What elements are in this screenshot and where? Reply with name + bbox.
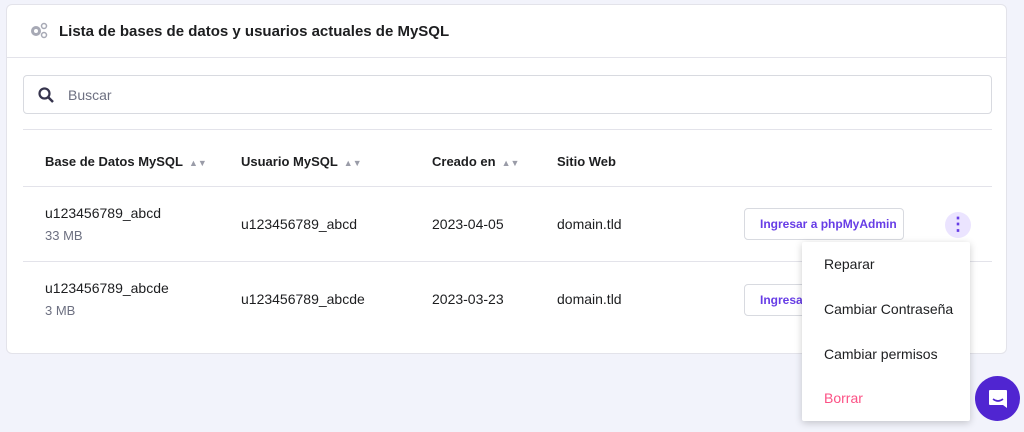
phpmyadmin-button[interactable]: Ingresar a phpMyAdmin	[744, 208, 904, 240]
website: domain.tld	[557, 216, 622, 232]
sort-icon[interactable]: ▲▼	[344, 158, 362, 168]
divider	[23, 129, 992, 130]
db-user: u123456789_abcd	[241, 216, 358, 232]
column-header-user[interactable]: Usuario MySQL ▲▼	[241, 154, 362, 169]
card-title: Lista de bases de datos y usuarios actua…	[59, 22, 450, 40]
menu-item-change-permissions[interactable]: Cambiar permisos	[802, 331, 970, 376]
db-name: u123456789_abcde	[45, 280, 169, 296]
gears-icon	[31, 22, 48, 39]
created-date: 2023-04-05	[432, 216, 504, 232]
column-header-created[interactable]: Creado en ▲▼	[432, 154, 519, 169]
chat-icon	[988, 389, 1007, 408]
chat-button[interactable]	[975, 376, 1020, 421]
divider	[23, 186, 992, 187]
options-menu: Reparar Cambiar Contraseña Cambiar permi…	[802, 242, 970, 421]
column-header-website: Sitio Web	[557, 154, 616, 169]
db-size: 3 MB	[45, 303, 76, 318]
created-date: 2023-03-23	[432, 291, 504, 307]
db-name: u123456789_abcd	[45, 205, 162, 221]
db-user: u123456789_abcde	[241, 291, 365, 307]
sort-icon[interactable]: ▲▼	[502, 158, 520, 168]
sort-icon[interactable]: ▲▼	[189, 158, 207, 168]
menu-item-change-password[interactable]: Cambiar Contraseña	[802, 287, 970, 332]
db-size: 33 MB	[45, 228, 83, 243]
card-header: Lista de bases de datos y usuarios actua…	[7, 5, 1006, 58]
column-header-database[interactable]: Base de Datos MySQL ▲▼	[45, 154, 207, 169]
column-label: Sitio Web	[557, 154, 616, 169]
search-input[interactable]	[68, 86, 868, 103]
website: domain.tld	[557, 291, 622, 307]
search-icon	[38, 86, 54, 103]
more-options-icon[interactable]: ⋮	[945, 212, 971, 238]
column-label: Base de Datos MySQL	[45, 154, 183, 169]
column-label: Usuario MySQL	[241, 154, 338, 169]
menu-item-repair[interactable]: Reparar	[802, 242, 970, 287]
menu-item-delete[interactable]: Borrar	[802, 376, 970, 421]
column-label: Creado en	[432, 154, 496, 169]
search-field[interactable]	[23, 75, 992, 114]
